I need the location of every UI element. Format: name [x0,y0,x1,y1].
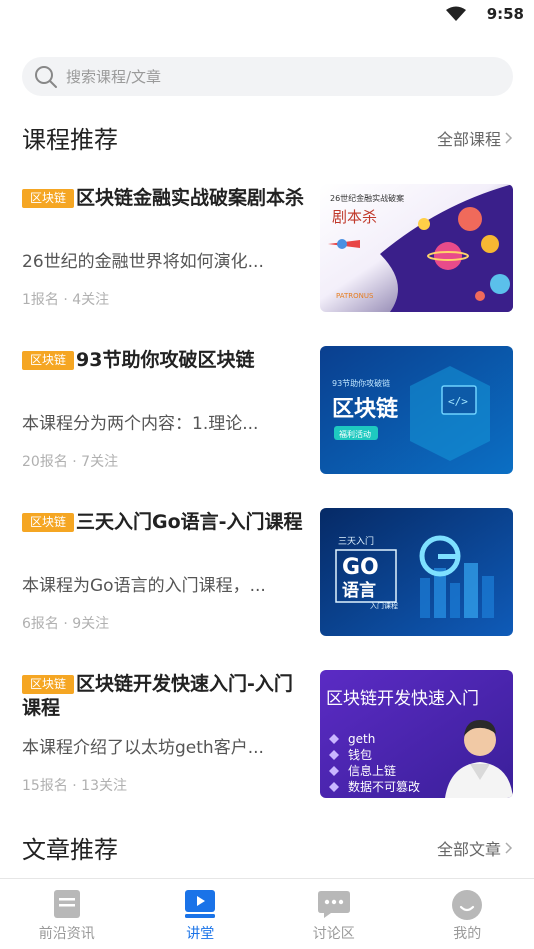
course-thumbnail: </> 93节助你攻破链 区块链 福利活动 [320,346,513,474]
course-desc: 26世纪的金融世界将如何演化... [22,252,264,272]
svg-text:</>: </> [448,395,468,408]
course-meta: 20报名 · 7关注 [22,454,119,470]
thumb-line1: 93节助你攻破链 [332,378,390,388]
course-desc: 本课程介绍了以太坊geth客户... [22,738,264,758]
tab-lecture[interactable]: 讲堂 [134,879,268,949]
courses-section-header: 课程推荐 全部课程 [22,120,513,154]
thumb-bullet: geth [348,732,375,746]
section-title: 课程推荐 [22,126,118,154]
course-desc: 本课程分为两个内容：1.理论... [22,414,259,434]
section-title: 文章推荐 [22,836,118,864]
thumb-badge: 福利活动 [339,429,371,439]
course-meta: 6报名 · 9关注 [22,616,110,632]
category-tag: 区块链 [22,351,75,370]
articles-section-header: 文章推荐 全部文章 [22,830,513,864]
thumb-bullet: 钱包 [348,747,372,762]
tab-discussion[interactable]: 讨论区 [267,879,401,949]
thumb-bullet: 信息上链 [348,763,396,778]
chat-icon [317,891,350,918]
thumb-line1: 26世纪金融实战破案 [330,193,404,203]
chevron-right-icon [505,842,513,854]
course-card[interactable]: 区块链 区块链金融实战破案剧本杀 26世纪的金融世界将如何演化... 1报名 · … [22,184,513,312]
course-card[interactable]: 区块链 93节助你攻破区块链 本课程分为两个内容：1.理论... 20报名 · 7… [22,346,513,474]
thumb-line1: 区块链开发快速入门 [326,689,479,709]
course-thumbnail: 区块链开发快速入门 geth 钱包 信息上链 数据不可篡改 [320,670,513,798]
tab-news[interactable]: 前沿资讯 [0,879,134,949]
course-card[interactable]: 区块链 三天入门Go语言-入门课程 本课程为Go语言的入门课程，... 6报名 ·… [22,508,513,636]
status-bar: 9:58 [0,0,534,30]
category-tag: 区块链 [22,513,75,532]
search-icon [35,66,57,88]
course-thumbnail: 26世纪金融实战破案 剧本杀 PATRONUS [320,184,513,312]
search-input[interactable]: 搜索课程/文章 [66,66,161,87]
course-title: 区块链 三天入门Go语言-入门课程 [22,510,310,534]
profile-icon [452,890,483,920]
course-card[interactable]: 区块链 区块链开发快速入门-入门课程 本课程介绍了以太坊geth客户... 15报… [22,670,513,798]
all-articles-link[interactable]: 全部文章 [437,836,513,860]
course-meta: 1报名 · 4关注 [22,292,110,308]
course-meta: 15报名 · 13关注 [22,778,127,794]
wifi-icon [446,6,466,21]
thumb-brand: PATRONUS [336,292,374,300]
lecture-icon [185,890,216,918]
course-thumbnail: 三天入门 GO 语言 入门课程 [320,508,513,636]
search-bar[interactable]: 搜索课程/文章 [22,57,513,96]
thumb-line2: GO [342,555,379,580]
thumb-line3: 语言 [342,580,376,601]
bottom-tab-bar: 前沿资讯 讲堂 讨论区 我的 [0,878,534,949]
thumb-line1: 三天入门 [338,535,374,547]
news-icon [53,890,80,918]
course-title: 区块链 93节助你攻破区块链 [22,348,310,372]
course-desc: 本课程为Go语言的入门课程，... [22,576,266,596]
chevron-right-icon [505,132,513,144]
category-tag: 区块链 [22,675,75,694]
all-courses-link[interactable]: 全部课程 [437,126,513,150]
thumb-bullet: 数据不可篡改 [348,779,420,794]
category-tag: 区块链 [22,189,75,208]
status-time: 9:58 [486,5,524,23]
thumb-line2: 区块链 [332,396,398,422]
thumb-line2: 剧本杀 [332,208,377,226]
course-title: 区块链 区块链金融实战破案剧本杀 [22,186,310,210]
tab-profile[interactable]: 我的 [401,879,534,949]
course-title: 区块链 区块链开发快速入门-入门课程 [22,673,293,719]
thumb-line4: 入门课程 [370,601,398,610]
